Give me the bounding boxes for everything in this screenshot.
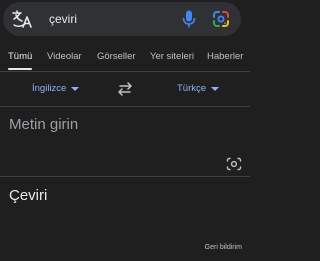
tab-all[interactable]: Tümü bbox=[8, 51, 32, 62]
camera-icon[interactable] bbox=[226, 157, 242, 171]
search-query-text[interactable]: çeviri bbox=[49, 12, 77, 26]
source-text-input[interactable]: Metin girin bbox=[0, 107, 250, 177]
tabs-divider bbox=[0, 71, 250, 72]
chevron-down-icon bbox=[71, 86, 80, 91]
google-lens-icon[interactable] bbox=[212, 10, 230, 28]
tab-sites[interactable]: Yer siteleri bbox=[150, 51, 194, 62]
language-row: İngilizce Türkçe bbox=[0, 76, 250, 102]
translation-text: Çeviri bbox=[9, 187, 48, 204]
input-placeholder[interactable]: Metin girin bbox=[9, 116, 78, 133]
target-language-select[interactable]: Türkçe bbox=[177, 83, 220, 94]
source-language-label: İngilizce bbox=[32, 83, 67, 94]
swap-arrows-icon[interactable] bbox=[117, 82, 133, 96]
tab-images[interactable]: Görseller bbox=[97, 51, 136, 62]
feedback-link[interactable]: Geri bildirim bbox=[205, 244, 242, 251]
search-bar[interactable]: çeviri bbox=[3, 2, 241, 36]
active-tab-indicator bbox=[8, 68, 32, 70]
tab-videos[interactable]: Videolar bbox=[47, 51, 82, 62]
tab-news[interactable]: Haberler bbox=[207, 51, 243, 62]
translate-page: çeviri Tümü Videolar Görseller Yer sitel… bbox=[0, 0, 250, 261]
search-tabs: Tümü Videolar Görseller Yer siteleri Hab… bbox=[0, 44, 250, 72]
chevron-down-icon bbox=[211, 86, 220, 91]
microphone-icon[interactable] bbox=[182, 10, 196, 28]
google-translate-logo-icon[interactable] bbox=[11, 9, 35, 29]
target-language-label: Türkçe bbox=[177, 83, 207, 94]
source-language-select[interactable]: İngilizce bbox=[32, 83, 80, 94]
translation-output: Çeviri Geri bildirim bbox=[0, 177, 250, 261]
